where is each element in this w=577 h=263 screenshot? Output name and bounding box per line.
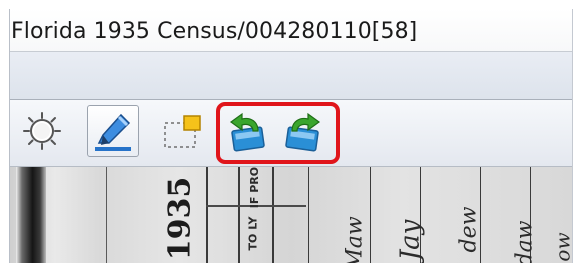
handwritten-entry: daw <box>512 220 538 263</box>
app-window: Florida 1935 Census/004280110[58] 1935 I… <box>9 9 573 263</box>
page-binding-edge <box>16 167 46 263</box>
year-stamp: 1935 <box>150 167 198 263</box>
column-header-text: IF PROP <box>248 167 262 209</box>
select-area-button[interactable] <box>158 105 210 157</box>
handwritten-entry: Jay <box>395 219 426 261</box>
title-bar: Florida 1935 Census/004280110[58] <box>10 9 572 52</box>
marquee-select-icon <box>164 115 201 148</box>
year-text: 1935 <box>162 176 198 261</box>
census-page-image: 1935 IF PROP TO LY Maw Jay dew daw ow <box>10 167 572 263</box>
handwritten-entry: dew <box>456 206 482 253</box>
column-rule <box>272 167 274 263</box>
column-rule <box>206 167 208 263</box>
column-rule <box>308 167 309 263</box>
column-header-text: TO LY <box>246 216 260 251</box>
highlighter-icon <box>95 113 131 151</box>
highlight-button[interactable] <box>87 105 139 157</box>
column-rule <box>238 167 240 263</box>
column-rule <box>106 167 107 263</box>
handwritten-entry: Maw <box>342 216 368 263</box>
brightness-icon <box>23 112 61 150</box>
toolbar <box>10 100 572 167</box>
document-viewer[interactable]: 1935 IF PROP TO LY Maw Jay dew daw ow <box>10 167 572 263</box>
menu-bar <box>10 52 572 100</box>
column-rule <box>370 167 371 263</box>
brightness-button[interactable] <box>16 105 68 157</box>
window-title: Florida 1935 Census/004280110[58] <box>11 19 418 44</box>
handwritten-entry: ow <box>550 232 572 262</box>
rotate-buttons-highlight <box>216 102 340 164</box>
